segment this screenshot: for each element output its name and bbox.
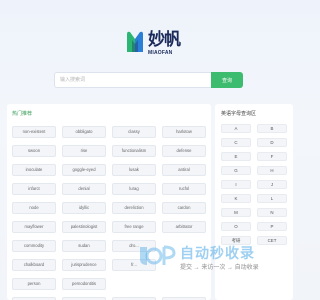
- tag-item[interactable]: non-existent: [12, 126, 56, 138]
- alpha-item[interactable]: A: [221, 124, 251, 133]
- alpha-panel-title: 英语字母查询区: [221, 111, 257, 117]
- tag-item[interactable]: pernodontitis: [62, 278, 106, 290]
- tag-item[interactable]: classy: [112, 126, 156, 138]
- tag-item[interactable]: lurag: [112, 183, 156, 195]
- alpha-item[interactable]: E: [221, 152, 251, 161]
- tag-item[interactable]: antiral: [162, 164, 206, 176]
- tag-item[interactable]: denial: [62, 183, 106, 195]
- tag-item[interactable]: cardon: [162, 202, 206, 214]
- alpha-item[interactable]: O: [221, 222, 251, 231]
- search-button[interactable]: 查询: [211, 72, 243, 88]
- alpha-item[interactable]: P: [257, 222, 287, 231]
- alpha-item[interactable]: G: [221, 166, 251, 175]
- alpha-item[interactable]: H: [257, 166, 287, 175]
- tag-item[interactable]: person: [12, 278, 56, 290]
- tag-item[interactable]: rise: [62, 145, 106, 157]
- alpha-item[interactable]: B: [257, 124, 287, 133]
- tag-item[interactable]: obbligato: [62, 126, 106, 138]
- tag-item[interactable]: goggle-eyed: [62, 164, 106, 176]
- alpha-extra-item[interactable]: CET: [257, 236, 287, 245]
- alpha-item[interactable]: D: [257, 138, 287, 147]
- tag-item[interactable]: defense: [162, 145, 206, 157]
- tag-item[interactable]: free range: [112, 221, 156, 233]
- hot-tags-panel: 热门推荐 non-existent obbligato classy harlotow…: [7, 104, 211, 300]
- alpha-item[interactable]: F: [257, 152, 287, 161]
- tag-item[interactable]: sudan: [62, 240, 106, 252]
- tag-item[interactable]: harlotow: [162, 126, 206, 138]
- tag-item[interactable]: jurisprudence: [62, 259, 106, 271]
- alpha-item[interactable]: M: [221, 208, 251, 217]
- tag-item[interactable]: dereliction: [112, 202, 156, 214]
- tag-item[interactable]: inoculate: [12, 164, 56, 176]
- tag-item[interactable]: infarct: [12, 183, 56, 195]
- tag-item[interactable]: functionalism: [112, 145, 156, 157]
- hot-tags-title: 热门推荐: [12, 111, 33, 117]
- brand-subtitle: MIAOFAN: [148, 50, 173, 56]
- tag-item[interactable]: lusak: [112, 164, 156, 176]
- tag-grid: non-existent obbligato classy harlotow swoon…: [12, 126, 208, 300]
- brand-name: 妙帆: [148, 30, 181, 50]
- search-bar: 查询: [54, 72, 243, 88]
- tag-item[interactable]: palestinologist: [62, 221, 106, 233]
- tag-item[interactable]: chalkboard: [12, 259, 56, 271]
- alpha-grid: A B C D E F G H I J K L M N O P 考研 CET: [221, 124, 287, 245]
- alpha-item[interactable]: K: [221, 194, 251, 203]
- alpha-item[interactable]: L: [257, 194, 287, 203]
- tag-item[interactable]: dro...: [112, 240, 156, 252]
- tag-item[interactable]: idyllic: [62, 202, 106, 214]
- alpha-panel: 英语字母查询区 A B C D E F G H I J K L M N O P 考研 CET: [215, 104, 293, 300]
- tag-item[interactable]: mayflower: [12, 221, 56, 233]
- tag-item[interactable]: commodity: [12, 240, 56, 252]
- alpha-item[interactable]: I: [221, 180, 251, 189]
- tag-item[interactable]: fr...: [112, 259, 156, 271]
- alpha-item[interactable]: J: [257, 180, 287, 189]
- tag-item[interactable]: swoon: [12, 145, 56, 157]
- alpha-extra-item[interactable]: 考研: [221, 236, 251, 245]
- tag-item[interactable]: rucfol: [162, 183, 206, 195]
- logo-mark-icon: [127, 31, 143, 52]
- site-logo[interactable]: 妙帆 MIAOFAN: [126, 30, 182, 62]
- tag-item[interactable]: node: [12, 202, 56, 214]
- alpha-item[interactable]: N: [257, 208, 287, 217]
- search-input[interactable]: [54, 72, 211, 88]
- alpha-item[interactable]: C: [221, 138, 251, 147]
- tag-item[interactable]: arbitrator: [162, 221, 206, 233]
